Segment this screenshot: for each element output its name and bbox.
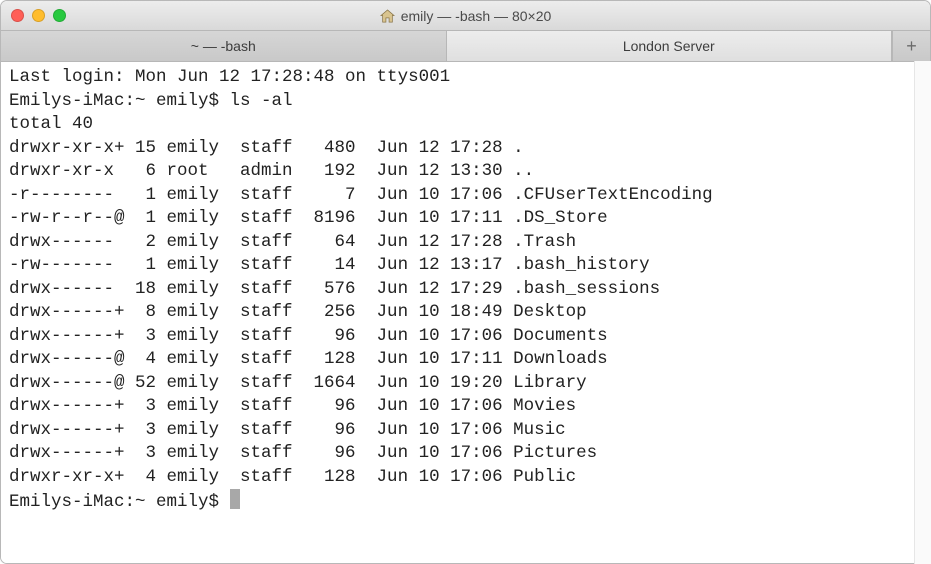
terminal-window: emily — -bash — 80×20 ~ — -bash London S… bbox=[0, 0, 931, 564]
scrollbar[interactable] bbox=[914, 61, 931, 564]
window-title-text: emily — -bash — 80×20 bbox=[401, 8, 552, 24]
tab-label: ~ — -bash bbox=[191, 38, 256, 54]
home-icon bbox=[380, 9, 395, 23]
new-tab-button[interactable]: + bbox=[892, 31, 930, 61]
plus-icon: + bbox=[906, 36, 917, 57]
tab-bar: ~ — -bash London Server + bbox=[1, 31, 930, 62]
zoom-icon[interactable] bbox=[53, 9, 66, 22]
terminal-cursor bbox=[230, 489, 241, 509]
tab-london-server[interactable]: London Server bbox=[447, 31, 893, 61]
tab-label: London Server bbox=[623, 38, 715, 54]
window-title: emily — -bash — 80×20 bbox=[1, 8, 930, 24]
close-icon[interactable] bbox=[11, 9, 24, 22]
tab-bash[interactable]: ~ — -bash bbox=[1, 31, 447, 61]
minimize-icon[interactable] bbox=[32, 9, 45, 22]
titlebar[interactable]: emily — -bash — 80×20 bbox=[1, 1, 930, 31]
traffic-lights bbox=[11, 9, 66, 22]
terminal-output[interactable]: Last login: Mon Jun 12 17:28:48 on ttys0… bbox=[1, 62, 930, 563]
